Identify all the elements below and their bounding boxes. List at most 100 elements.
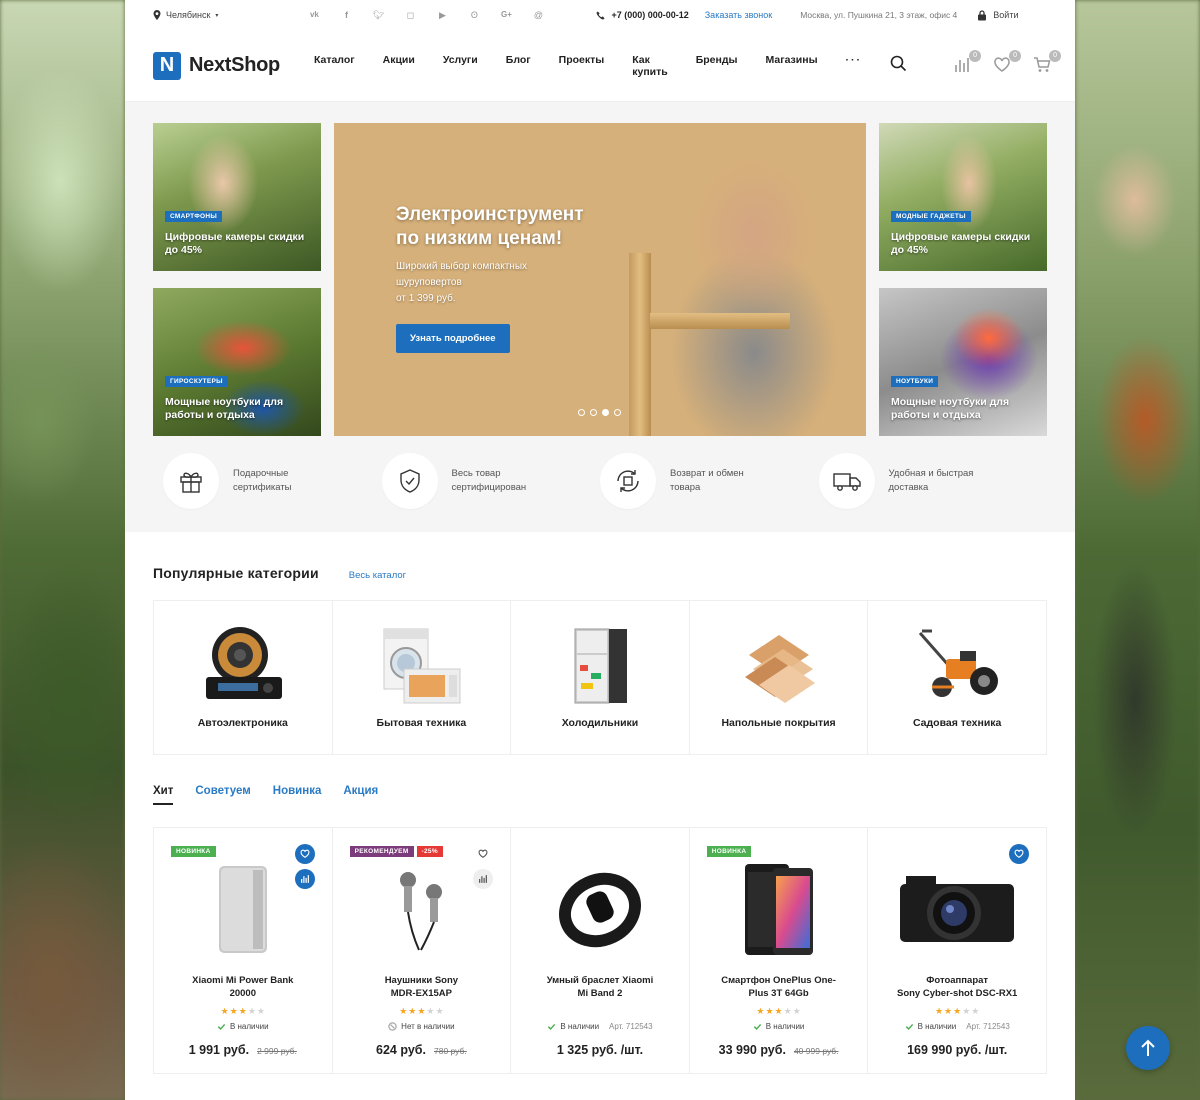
facebook-icon[interactable]: f <box>340 10 352 21</box>
login-label: Войти <box>993 10 1019 20</box>
category-home-appliances[interactable]: Бытовая техника <box>333 601 512 754</box>
product-image[interactable] <box>709 854 849 964</box>
feature-text: Удобная и быстрая доставка <box>889 467 979 495</box>
compare-button[interactable]: 0 <box>953 49 982 76</box>
product-image[interactable] <box>173 854 313 964</box>
add-to-compare-button[interactable] <box>294 869 315 889</box>
nav-item-projects[interactable]: Проекты <box>559 54 605 78</box>
feature-icon-circle <box>600 453 656 509</box>
nav-item-brands[interactable]: Бренды <box>696 54 738 78</box>
category-image <box>188 621 298 711</box>
check-icon <box>217 1023 226 1030</box>
category-car-electronics[interactable]: Автоэлектроника <box>154 601 333 754</box>
star-empty-icon: ★ <box>971 1006 980 1016</box>
category-flooring[interactable]: Напольные покрытия <box>690 601 869 754</box>
promo-title: Мощные ноутбуки для работы и отдыха <box>165 396 284 421</box>
promo-tag: НОУТБУКИ <box>891 376 939 387</box>
slider-dot-active[interactable] <box>602 409 609 416</box>
product-name[interactable]: Наушники Sony MDR-EX15AP <box>356 974 486 1000</box>
product-image[interactable] <box>351 854 491 964</box>
product-rating: ★ ★ ★ ★ ★ <box>399 1006 443 1017</box>
promo-tile-smartphones[interactable]: СМАРТФОНЫ Цифровые камеры скидки до 45% <box>153 123 321 271</box>
social-links: vk f 🐦︎ ◻ ▶ ʘ G+ @ <box>308 10 544 21</box>
add-to-compare-button[interactable] <box>473 869 494 889</box>
nav-more-button[interactable]: ··· <box>846 54 863 78</box>
slider-dot[interactable] <box>614 409 621 416</box>
callback-link[interactable]: Заказать звонок <box>705 10 772 20</box>
gift-icon <box>180 472 202 493</box>
promo-title: Цифровые камеры скидки до 45% <box>165 231 305 256</box>
logo[interactable]: N NextShop <box>153 51 280 80</box>
category-garden-equipment[interactable]: Садовая техника <box>868 601 1046 754</box>
tab-recommended[interactable]: Советуем <box>195 785 250 805</box>
product-card[interactable]: Умный браслет Xiaomi Mi Band 2 ★ В налич… <box>511 828 690 1073</box>
car-audio-image <box>205 627 282 699</box>
star-icon: ★ <box>756 1006 765 1016</box>
city-name: Челябинск <box>166 10 211 20</box>
instagram-icon[interactable]: ◻ <box>404 10 416 21</box>
main-banner-slider[interactable]: Электроинструмент по низким ценам! Широк… <box>334 123 866 436</box>
add-to-wishlist-button[interactable] <box>473 844 493 864</box>
promo-title: Цифровые камеры скидки до 45% <box>891 231 1031 256</box>
category-refrigerators[interactable]: Холодильники <box>511 601 690 754</box>
stock-label: В наличии <box>917 1022 957 1031</box>
youtube-icon[interactable]: ▶ <box>436 10 448 21</box>
product-name[interactable]: Смартфон OnePlus One- Plus 3T 64Gb <box>714 974 844 1000</box>
price: 624 руб. <box>376 1043 426 1057</box>
product-image[interactable] <box>887 854 1027 964</box>
tab-hits[interactable]: Хит <box>153 785 174 805</box>
scroll-to-top-button[interactable] <box>1126 1026 1170 1070</box>
search-button[interactable] <box>890 55 907 77</box>
wishlist-count-badge: 0 <box>1009 49 1022 62</box>
twitter-icon[interactable]: 🐦︎ <box>372 10 384 21</box>
product-card[interactable]: НОВИНКА Смартфон OnePlus One- Plus 3T 64… <box>690 828 869 1073</box>
star-empty-icon: ★ <box>962 1006 971 1016</box>
promo-tile-gadgets[interactable]: МОДНЫЕ ГАДЖЕТЫ Цифровые камеры скидки до… <box>879 123 1047 271</box>
all-catalog-link[interactable]: Весь каталог <box>349 570 406 581</box>
cart-button[interactable]: 0 <box>1033 49 1062 76</box>
odnoklassniki-icon[interactable]: ʘ <box>468 10 480 21</box>
product-name[interactable]: Xiaomi Mi Power Bank 20000 <box>178 974 308 1000</box>
banner-learn-more-button[interactable]: Узнать подробнее <box>396 324 510 353</box>
wishlist-button[interactable]: 0 <box>993 49 1022 76</box>
category-image <box>545 621 655 711</box>
product-badges: РЕКОМЕНДУЕМ -25% <box>349 846 443 857</box>
slider-dot[interactable] <box>590 409 597 416</box>
star-icon: ★ <box>774 1006 783 1016</box>
vk-icon[interactable]: vk <box>308 10 320 21</box>
category-name: Холодильники <box>561 717 639 729</box>
tab-sale[interactable]: Акция <box>343 785 378 805</box>
product-card[interactable]: НОВИНКА Xiaomi Mi Power Bank 20000 ★ ★ ★ ★ ★ <box>154 828 333 1073</box>
arrow-up-icon <box>1141 1039 1155 1056</box>
tab-new[interactable]: Новинка <box>273 785 322 805</box>
heart-icon <box>1014 849 1024 858</box>
phone-number[interactable]: +7 (000) 000-00-12 <box>611 10 688 20</box>
mail-icon[interactable]: @ <box>532 10 544 21</box>
banner-fence-rail <box>650 313 790 329</box>
nav-item-catalog[interactable]: Каталог <box>314 54 355 78</box>
fitness-band-image <box>558 872 641 947</box>
product-image[interactable] <box>530 854 670 964</box>
product-card[interactable]: РЕКОМЕНДУЕМ -25% Наушники Sony MDR-EX15A… <box>333 828 512 1073</box>
nav-item-services[interactable]: Услуги <box>443 54 478 78</box>
nav-item-promotions[interactable]: Акции <box>383 54 415 78</box>
article-number: Арт. 712543 <box>966 1022 1010 1031</box>
nav-item-how-to-buy[interactable]: Как купить <box>632 54 668 78</box>
product-rating: ★ ★ ★ ★ ★ <box>756 1006 800 1017</box>
login-button[interactable]: Войти <box>977 9 1019 21</box>
google-plus-icon[interactable]: G+ <box>500 10 512 21</box>
nav-item-stores[interactable]: Магазины <box>766 54 818 78</box>
slider-dot[interactable] <box>578 409 585 416</box>
nav-item-blog[interactable]: Блог <box>506 54 531 78</box>
add-to-wishlist-button[interactable] <box>1008 844 1029 864</box>
promo-tile-laptops[interactable]: НОУТБУКИ Мощные ноутбуки для работы и от… <box>879 288 1047 436</box>
city-selector[interactable]: Челябинск ▾ <box>153 10 218 20</box>
product-name[interactable]: Фотоаппарат Sony Cyber-shot DSC-RX1 <box>892 974 1022 1000</box>
add-to-wishlist-button[interactable] <box>294 844 315 864</box>
product-card[interactable]: Фотоаппарат Sony Cyber-shot DSC-RX1 ★ ★ ★ ★… <box>868 828 1046 1073</box>
stock-label: Нет в наличии <box>401 1022 455 1031</box>
product-name[interactable]: Умный браслет Xiaomi Mi Band 2 <box>535 974 665 1000</box>
compare-icon <box>300 875 309 883</box>
promo-tile-hoverboards[interactable]: ГИРОСКУТЕРЫ Мощные ноутбуки для работы и… <box>153 288 321 436</box>
earphones-image <box>400 871 443 950</box>
